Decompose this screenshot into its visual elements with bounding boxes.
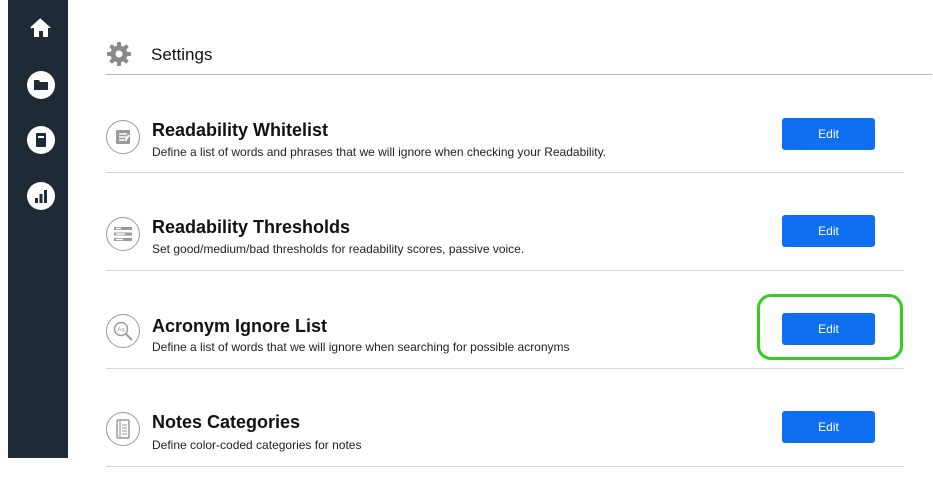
edit-readability-thresholds-button[interactable]: Edit (782, 215, 875, 247)
bar-chart-icon (35, 190, 47, 203)
magnifier-icon: Aa (106, 314, 140, 348)
sidebar-item-notebook[interactable] (27, 126, 55, 154)
notebook-icon (36, 133, 46, 147)
sliders-icon (106, 217, 140, 251)
setting-title: Readability Thresholds (152, 217, 351, 237)
sidebar-item-statistics[interactable] (27, 182, 55, 210)
page-title: Settings (151, 45, 213, 64)
sidebar (8, 0, 68, 458)
edit-notes-categories-button[interactable]: Edit (782, 411, 875, 443)
setting-title: Readability Whitelist (152, 120, 329, 140)
sidebar-item-folders[interactable] (27, 71, 55, 99)
home-icon (30, 18, 51, 37)
setting-description: Set good/medium/bad thresholds for reada… (152, 242, 525, 256)
folder-icon (34, 80, 48, 90)
setting-description: Define color-coded categories for notes (152, 438, 362, 452)
setting-description: Define a list of words and phrases that … (152, 145, 607, 159)
gear-icon (107, 42, 131, 66)
settings-row-readability-whitelist: Readability Whitelist Define a list of w… (106, 74, 904, 173)
page-header: Settings (106, 36, 932, 75)
notepad-icon (106, 412, 140, 446)
checklist-icon (106, 120, 140, 154)
setting-title: Acronym Ignore List (152, 316, 328, 336)
svg-text:Aa: Aa (117, 328, 125, 334)
settings-row-readability-thresholds: Readability Thresholds Set good/medium/b… (106, 172, 904, 271)
edit-readability-whitelist-button[interactable]: Edit (782, 118, 875, 150)
setting-title: Notes Categories (152, 412, 301, 432)
sidebar-item-home[interactable] (27, 14, 55, 42)
setting-description: Define a list of words that we will igno… (152, 340, 570, 354)
highlight-outline (757, 294, 903, 360)
settings-row-notes-categories: Notes Categories Define color-coded cate… (106, 368, 904, 467)
